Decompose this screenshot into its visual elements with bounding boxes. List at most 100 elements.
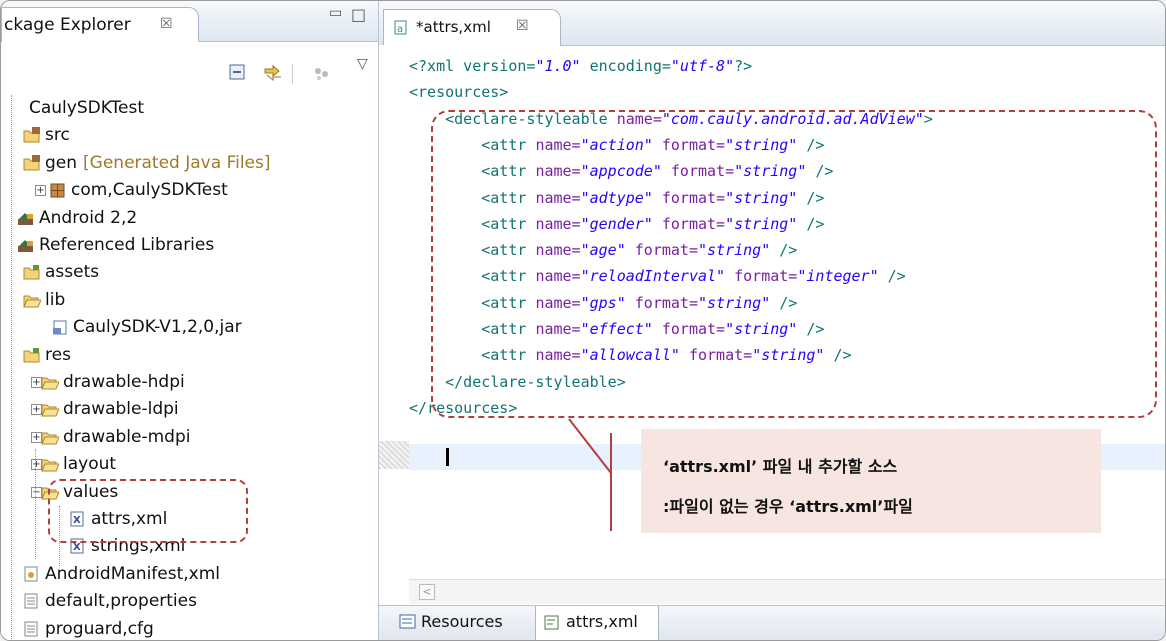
tree-item-label: drawable-mdpi (63, 427, 191, 447)
editor-gutter (379, 45, 409, 575)
tree-item[interactable]: AndroidManifest,xml (1, 561, 378, 588)
tree-item[interactable]: Referenced Libraries (1, 232, 378, 259)
folder-icon (23, 265, 40, 280)
current-line-marker (379, 441, 409, 469)
tree-item[interactable]: src (1, 122, 378, 149)
tree-item-label: assets (45, 262, 100, 282)
folder-icon (23, 348, 40, 363)
annotation-callout: ‘attrs.xml’ 파일 내 추가할 소스 :파일이 없는 경우 ‘attr… (641, 429, 1101, 533)
folder-open-icon (41, 459, 59, 472)
text-cursor (446, 448, 449, 466)
svg-text:a: a (397, 24, 403, 35)
text-file-icon (24, 621, 38, 637)
resources-icon (399, 614, 416, 629)
tree-item-label: default,properties (45, 591, 197, 611)
code-line: <resources> (409, 79, 508, 105)
tab-source-attrs-xml[interactable]: attrs,xml (535, 606, 659, 640)
tree-item-label: AndroidManifest,xml (45, 564, 221, 584)
library-icon (18, 240, 33, 252)
tab-resources[interactable]: Resources (393, 606, 533, 640)
minimize-icon[interactable]: ▭ (329, 5, 342, 21)
editor-bottom-tabs: Resources attrs,xml (379, 605, 1165, 640)
toolbar-separator (292, 64, 293, 84)
callout-line-2: :파일이 없는 경우 ‘attrs.xml’파일 (663, 497, 913, 516)
tree-item[interactable]: + drawable-hdpi (1, 369, 378, 396)
tree-item-label: drawable-hdpi (63, 372, 185, 392)
screenshot-frame: ckage Explorer ☒ ▭ □ ▽ CaulySDKTest src ge… (0, 0, 1166, 641)
code-token: encoding= (580, 57, 671, 75)
code-token: <?xml version= (409, 57, 536, 75)
tree-item-label: src (45, 125, 70, 145)
xml-editor-icon: a (394, 20, 407, 35)
code-token: ?> (734, 57, 753, 75)
generated-folder-icon (23, 155, 40, 171)
folder-open-icon (41, 432, 59, 445)
tab-attrs-xml[interactable]: a *attrs,xml ☒ (383, 9, 561, 46)
link-with-editor-icon[interactable] (263, 64, 283, 82)
tree-item-decoration: [Generated Java Files] (83, 153, 271, 173)
tree-item[interactable]: + drawable-mdpi (1, 424, 378, 451)
tree-item[interactable]: gen [Generated Java Files] (1, 150, 378, 177)
tab-source-label: attrs,xml (566, 612, 638, 631)
tree-item-label: Referenced Libraries (39, 235, 215, 255)
scroll-left-arrow-icon[interactable]: < (419, 584, 435, 600)
code-token: "utf-8" (670, 57, 735, 75)
editor-tabbar: a *attrs,xml ☒ (379, 1, 1165, 46)
code-line: <?xml version="1.0" encoding="utf-8"?> (409, 53, 752, 79)
package-explorer-toolbar: ▽ (1, 42, 378, 86)
text-file-icon (24, 593, 38, 609)
tree-connector (11, 95, 12, 640)
highlight-box-attrs-file (48, 479, 248, 543)
tree-connector (35, 449, 36, 559)
source-folder-icon (23, 127, 40, 143)
tree-item[interactable]: lib (1, 287, 378, 314)
svg-text:X: X (73, 542, 81, 553)
horizontal-scrollbar[interactable]: < (409, 579, 1165, 604)
code-token: "1.0" (535, 57, 581, 75)
maximize-icon[interactable]: □ (351, 5, 366, 24)
tree-item[interactable]: CaulySDKTest (1, 95, 378, 122)
tree-item-label: drawable-ldpi (63, 399, 179, 419)
callout-line-1: ‘attrs.xml’ 파일 내 추가할 소스 (663, 457, 898, 476)
tree-item-label: CaulySDKTest (29, 98, 145, 118)
tree-item-label: Android 2,2 (39, 208, 138, 228)
folder-open-icon (23, 295, 41, 308)
tree-item[interactable]: default,properties (1, 588, 378, 615)
tree-item[interactable]: res (1, 342, 378, 369)
tree-item[interactable]: CaulySDK-V1,2,0,jar (1, 314, 378, 341)
tree-item-label: res (45, 345, 71, 365)
tree-item[interactable]: proguard,cfg (1, 616, 378, 640)
manifest-icon (24, 566, 38, 582)
tree-item-label: proguard,cfg (45, 619, 154, 639)
package-explorer-tabbar: ckage Explorer ☒ ▭ □ (1, 1, 378, 42)
tree-item[interactable]: Android 2,2 (1, 205, 378, 232)
jar-icon (53, 320, 67, 335)
tab-package-explorer-label: ckage Explorer (4, 15, 131, 35)
filters-icon[interactable] (313, 66, 331, 82)
folder-open-icon (41, 404, 59, 417)
tree-item-label: lib (45, 290, 66, 310)
package-explorer-view: ckage Explorer ☒ ▭ □ ▽ CaulySDKTest src ge… (1, 1, 379, 640)
tree-item-label: CaulySDK-V1,2,0,jar (73, 317, 242, 337)
tree-item-label: layout (63, 454, 117, 474)
expand-toggle-icon[interactable]: + (35, 185, 46, 196)
tree-item[interactable]: + drawable-ldpi (1, 396, 378, 423)
tree-item[interactable]: + layout (1, 451, 378, 478)
tree-item[interactable]: + com,CaulySDKTest (1, 177, 378, 204)
package-icon (50, 183, 65, 198)
tab-resources-label: Resources (421, 612, 503, 631)
tree-item[interactable]: assets (1, 259, 378, 286)
collapse-all-icon[interactable] (229, 64, 247, 82)
tab-package-explorer[interactable]: ckage Explorer ☒ (1, 7, 199, 42)
close-icon[interactable]: ☒ (516, 18, 529, 34)
code-token: <resources> (409, 83, 509, 102)
view-menu-icon[interactable]: ▽ (357, 56, 368, 72)
tree-item-label: com,CaulySDKTest (71, 180, 228, 200)
source-icon (544, 615, 559, 630)
callout-pointer (568, 418, 612, 531)
tab-attrs-xml-label: *attrs,xml (416, 18, 491, 36)
library-icon (18, 213, 33, 225)
highlight-box-styleable (431, 110, 1157, 418)
close-icon[interactable]: ☒ (160, 16, 173, 32)
tree-item-label: gen [Generated Java Files] (45, 153, 271, 173)
